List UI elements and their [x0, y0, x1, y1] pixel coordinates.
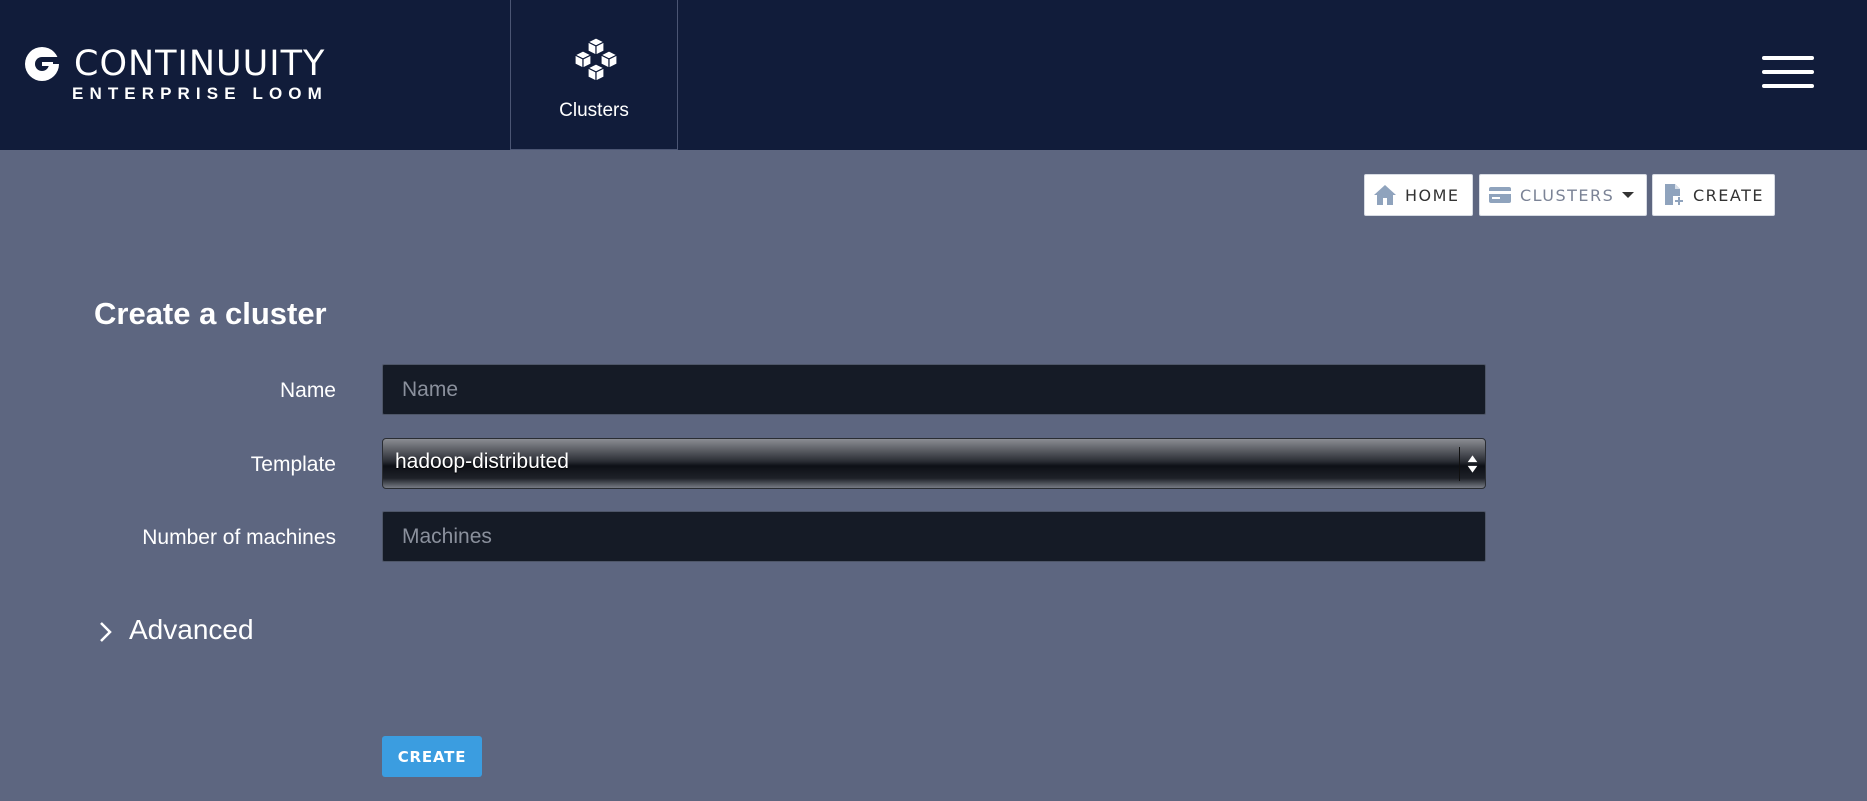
template-label: Template: [250, 453, 336, 476]
page-title: Create a cluster: [94, 296, 327, 331]
caret-down-icon: [1622, 192, 1634, 198]
menu-bar: [1762, 56, 1814, 60]
hamburger-menu-icon[interactable]: [1762, 56, 1814, 90]
advanced-label: Advanced: [129, 614, 254, 645]
continuuity-logo[interactable]: CONTINUUITY ENTERPRISE LOOM: [22, 44, 352, 104]
machines-label: Number of machines: [142, 526, 336, 549]
breadcrumb-home-label: HOME: [1405, 186, 1460, 205]
name-field-wrapper: [382, 364, 1486, 415]
machines-field-wrapper: [382, 511, 1486, 562]
nav-clusters-label: Clusters: [559, 100, 629, 121]
menu-bar: [1762, 70, 1814, 74]
name-input[interactable]: [383, 365, 1485, 414]
continuuity-logo-icon: [25, 47, 59, 81]
create-button[interactable]: CREATE: [382, 736, 482, 777]
breadcrumb-create-label: CREATE: [1693, 186, 1764, 205]
breadcrumb-clusters-dropdown[interactable]: CLUSTERS: [1479, 174, 1647, 216]
logo-subtitle-text: ENTERPRISE LOOM: [72, 84, 328, 103]
top-navigation-bar: CONTINUUITY ENTERPRISE LOOM Clusters: [0, 0, 1867, 150]
template-selected-value: hadoop-distributed: [395, 450, 569, 473]
name-label: Name: [279, 379, 336, 402]
nav-item-clusters[interactable]: Clusters: [510, 0, 678, 150]
breadcrumb-home-button[interactable]: HOME: [1364, 174, 1473, 216]
home-icon: [1374, 185, 1396, 205]
breadcrumb-create-button[interactable]: CREATE: [1652, 174, 1775, 216]
select-updown-arrows-icon: [1459, 447, 1478, 481]
card-icon: [1489, 187, 1511, 203]
cubes-icon: [573, 37, 619, 82]
menu-bar: [1762, 84, 1814, 88]
template-select[interactable]: hadoop-distributed: [382, 438, 1486, 489]
chevron-right-icon: [100, 622, 112, 642]
logo-name-text: CONTINUUITY: [74, 44, 326, 84]
machines-input[interactable]: [383, 512, 1485, 561]
new-document-icon: [1665, 184, 1683, 205]
breadcrumb-clusters-label: CLUSTERS: [1520, 186, 1615, 205]
